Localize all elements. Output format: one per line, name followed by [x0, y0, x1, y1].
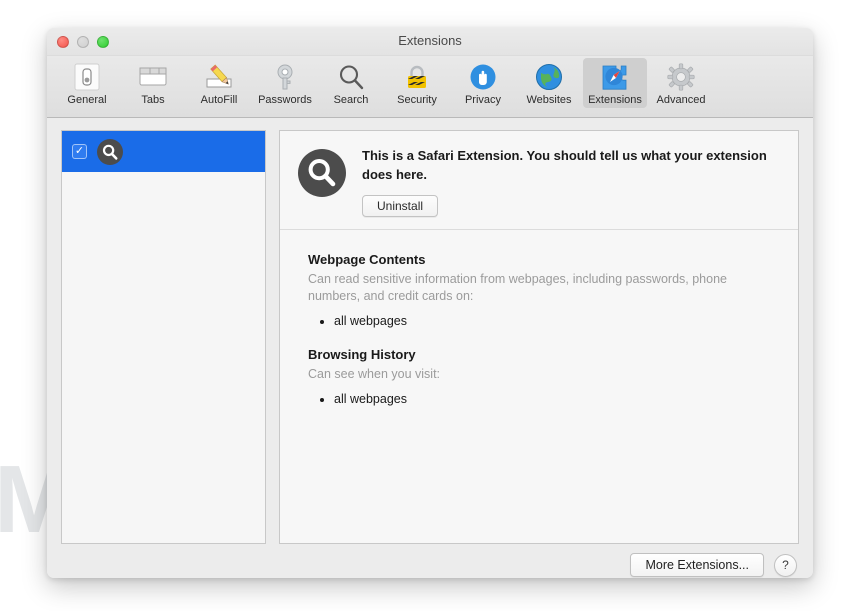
permission-group: Webpage Contents Can read sensitive info…: [308, 252, 780, 332]
passwords-icon: [269, 61, 301, 93]
tabs-icon: [137, 61, 169, 93]
toolbar-item-label: Search: [333, 94, 369, 106]
toolbar-item-autofill[interactable]: AutoFill: [187, 58, 251, 108]
toolbar-item-label: Websites: [526, 94, 572, 106]
toolbar-item-extensions[interactable]: Extensions: [583, 58, 647, 108]
more-extensions-button[interactable]: More Extensions...: [630, 553, 764, 577]
permission-title: Webpage Contents: [308, 251, 426, 267]
advanced-icon: [665, 61, 697, 93]
toolbar-item-label: Advanced: [656, 94, 706, 106]
extension-detail-header: This is a Safari Extension. You should t…: [280, 131, 798, 230]
permission-group: Browsing History Can see when you visit:…: [308, 347, 780, 409]
toolbar-item-tabs[interactable]: Tabs: [121, 58, 185, 108]
preferences-body: ✓ This is a Safari Extension. You should…: [47, 118, 813, 544]
autofill-icon: [203, 61, 235, 93]
permission-title: Browsing History: [308, 347, 416, 363]
extension-description: This is a Safari Extension. You should t…: [362, 148, 767, 182]
toolbar-item-advanced[interactable]: Advanced: [649, 58, 713, 108]
permission-items: all webpages: [308, 311, 780, 331]
titlebar: Extensions: [47, 28, 813, 56]
toolbar-item-websites[interactable]: Websites: [517, 58, 581, 108]
toolbar-item-label: Privacy: [464, 94, 502, 106]
permission-items: all webpages: [308, 389, 780, 409]
permission-description: Can see when you visit:: [308, 367, 441, 382]
toolbar-item-label: Extensions: [588, 94, 642, 106]
preferences-toolbar: General Tabs AutoFill Passwords Search S…: [47, 56, 813, 118]
extensions-list[interactable]: ✓: [61, 130, 266, 544]
magnifier-icon: [97, 138, 123, 165]
toolbar-item-label: Tabs: [141, 94, 165, 106]
toolbar-item-label: General: [67, 94, 107, 106]
preferences-window: Extensions General Tabs AutoFill Passwor…: [47, 28, 813, 578]
uninstall-button[interactable]: Uninstall: [362, 194, 439, 217]
window-title: Extensions: [398, 33, 462, 48]
permission-description: Can read sensitive information from webp…: [308, 271, 727, 304]
extension-enabled-checkbox[interactable]: ✓: [72, 144, 87, 159]
search-icon: [335, 61, 367, 93]
toolbar-item-security[interactable]: Security: [385, 58, 449, 108]
help-button[interactable]: ?: [774, 553, 797, 577]
toolbar-item-general[interactable]: General: [55, 58, 119, 108]
extension-detail-pane: This is a Safari Extension. You should t…: [279, 130, 799, 544]
magnifier-icon: [298, 149, 346, 197]
permission-item: all webpages: [334, 311, 780, 331]
list-item[interactable]: ✓: [62, 131, 265, 172]
permission-item: all webpages: [334, 389, 780, 409]
toolbar-item-label: Passwords: [258, 94, 312, 106]
extensions-icon: [599, 61, 631, 93]
security-icon: [401, 61, 433, 93]
bottom-bar: More Extensions... ?: [47, 544, 813, 578]
permissions-section: Webpage Contents Can read sensitive info…: [280, 230, 798, 409]
websites-icon: [533, 61, 565, 93]
toolbar-item-label: Security: [397, 94, 437, 106]
toolbar-item-search[interactable]: Search: [319, 58, 383, 108]
general-icon: [71, 61, 103, 93]
toolbar-item-passwords[interactable]: Passwords: [253, 58, 317, 108]
toolbar-item-privacy[interactable]: Privacy: [451, 58, 515, 108]
privacy-icon: [467, 61, 499, 93]
toolbar-item-label: AutoFill: [200, 94, 238, 106]
